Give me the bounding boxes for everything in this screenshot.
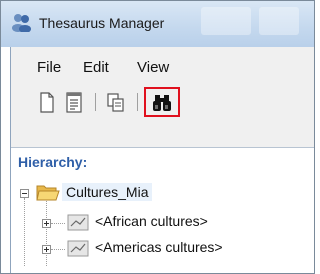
tree-row-americas-cultures[interactable]: <Americas cultures> [11,237,314,261]
menu-view[interactable]: View [137,59,169,76]
tree-node-cultures-mia[interactable]: Cultures_Mia [62,183,153,201]
hierarchy-heading: Hierarchy: [18,154,88,170]
new-document-icon[interactable] [33,89,59,115]
menu-edit[interactable]: Edit [83,59,109,76]
term-node-icon [67,240,89,257]
menu-file[interactable]: File [37,59,61,76]
term-node-icon [67,214,89,231]
toolbar [11,87,311,121]
collapse-toggle[interactable] [20,189,29,198]
expand-toggle[interactable] [42,219,51,228]
toolbar-separator [95,93,96,111]
window-title: Thesaurus Manager [39,15,165,31]
thesaurus-app-icon [12,14,31,32]
title-bar-blur [201,7,251,35]
tree-root-row[interactable]: Cultures_Mia [11,182,314,206]
copy-icon[interactable] [103,89,129,115]
tree-row-african-cultures[interactable]: <African cultures> [11,211,314,235]
menu-bar: File Edit View [11,59,311,81]
expand-toggle[interactable] [42,245,51,254]
thesaurus-manager-window: Thesaurus Manager File Edit View Hierarc… [0,0,315,274]
toolbar-separator [137,93,138,111]
tree-node-americas-cultures[interactable]: <Americas cultures> [95,239,223,255]
title-bar[interactable]: Thesaurus Manager [1,1,314,47]
find-binoculars-icon[interactable] [149,89,175,115]
folder-open-icon [36,185,60,201]
hierarchy-panel: Hierarchy: Cultures_Mia <African culture… [11,147,314,273]
title-bar-blur [259,7,299,35]
app-body: File Edit View Hierarchy: Cultures_Mia <… [10,47,314,273]
properties-icon[interactable] [61,89,87,115]
tree-node-african-cultures[interactable]: <African cultures> [95,213,208,229]
